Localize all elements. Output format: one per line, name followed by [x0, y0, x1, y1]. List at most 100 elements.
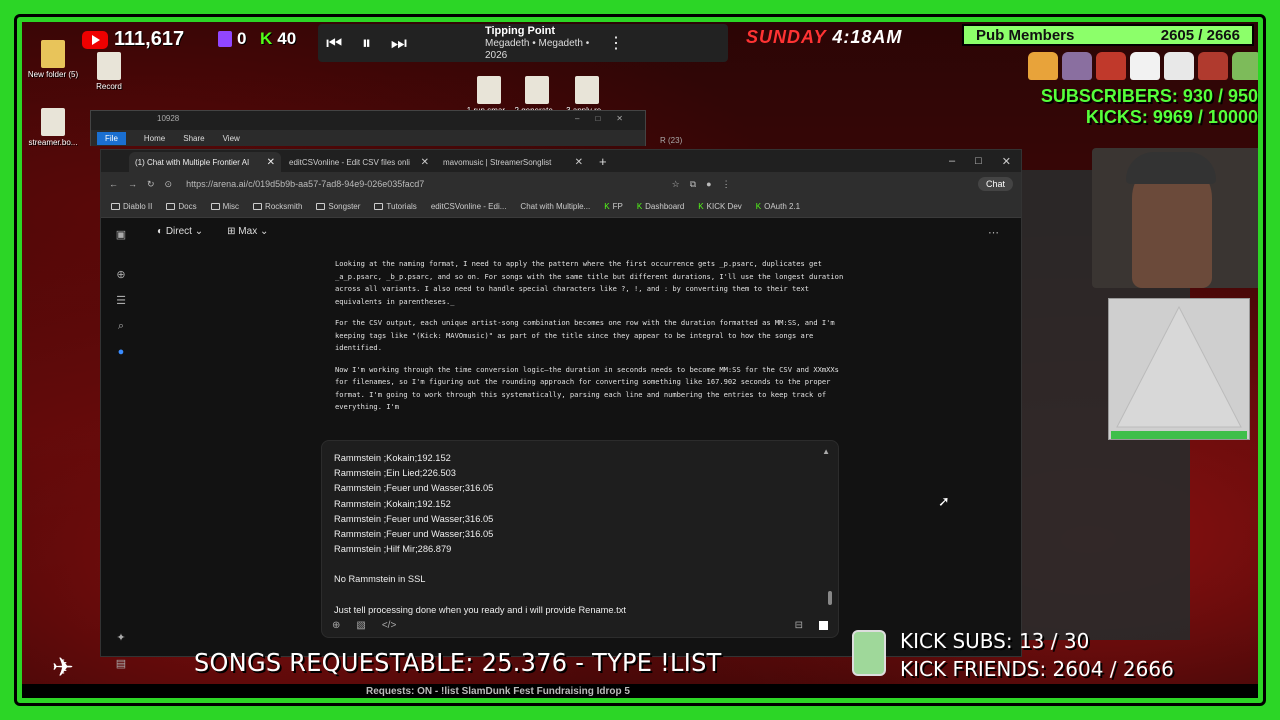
kick-counter: K 40 [260, 29, 297, 48]
model-selector[interactable]: ⊞ Max ⌄ [227, 226, 268, 237]
bookmark-dashboard[interactable]: K Dashboard [637, 202, 684, 211]
url-field[interactable]: https://arena.ai/c/019d5b9b-aa57-7ad8-94… [186, 179, 424, 189]
folder-icon [166, 203, 176, 210]
desktop-icon-streamer-bot[interactable]: streamer.bo... [26, 108, 80, 147]
folder-icon [253, 203, 263, 210]
plinko-pegs [1111, 305, 1247, 439]
media-player: ⏮ ⏸ ⏭ Tipping Point Megadeth • Megadeth … [318, 24, 728, 62]
input-line: Rammstein ;Feuer und Wasser;316.05 [334, 529, 494, 540]
scrollbar[interactable] [828, 591, 832, 605]
shirt-icon [1028, 52, 1058, 80]
ribbon-tab-share[interactable]: Share [183, 134, 204, 143]
bookmark-kick-dev[interactable]: K KICK Dev [698, 202, 741, 211]
desktop-icon-new-folder[interactable]: New folder (5) [26, 40, 80, 79]
close-icon[interactable]: ✕ [267, 157, 275, 168]
tab-arena-chat[interactable]: (1) Chat with Multiple Frontier AI ✕ [129, 152, 281, 172]
extensions-icon[interactable]: ⧉ [690, 179, 696, 190]
close-icon[interactable]: ✕ [575, 157, 583, 168]
bookmark-docs[interactable]: Docs [166, 202, 197, 211]
message-text[interactable]: Rammstein ;Kokain;192.152 Rammstein ;Ein… [334, 451, 626, 618]
ribbon-tab-view[interactable]: View [223, 134, 240, 143]
previous-track-icon[interactable]: ⏮ [318, 33, 350, 54]
kebab-menu-icon[interactable]: ⋮ [608, 33, 624, 53]
code-icon[interactable]: </> [382, 620, 396, 631]
tab-strip: (1) Chat with Multiple Frontier AI ✕ edit… [101, 150, 1021, 172]
minimize-icon[interactable]: – [949, 155, 955, 168]
bookmark-diablo[interactable]: Diablo II [111, 202, 152, 211]
input-line: Rammstein ;Kokain;192.152 [334, 498, 451, 509]
tab-editcsv[interactable]: editCSVonline - Edit CSV files onli ✕ [283, 152, 435, 172]
stop-icon[interactable] [819, 621, 828, 630]
more-options-icon[interactable]: ⋯ [988, 226, 999, 239]
now-playing: Tipping Point Megadeth • Megadeth • 2026 [484, 24, 590, 61]
window-controls[interactable]: –□✕ [575, 114, 639, 123]
shirt-icon [1130, 52, 1160, 80]
sidebar-toggle-icon[interactable]: ▣ [116, 228, 126, 241]
list-icon[interactable]: ☰ [116, 294, 126, 307]
bookmark-oauth[interactable]: K OAuth 2.1 [756, 202, 800, 211]
new-chat-icon[interactable]: ⊕ [116, 268, 125, 281]
bookmark-tutorials[interactable]: Tutorials [374, 202, 417, 211]
chat-button[interactable]: Chat [977, 177, 1013, 191]
bookmark-fp[interactable]: K FP [604, 202, 623, 211]
kick-icon: K [755, 202, 762, 211]
menu-icon[interactable]: ⋮ [722, 179, 731, 190]
next-track-icon[interactable]: ⏭ [383, 33, 415, 54]
settings-icon[interactable]: ▤ [116, 657, 126, 670]
profile-icon[interactable]: ● [706, 179, 711, 189]
script-icon [525, 76, 549, 104]
input-line: Just tell processing done when you ready… [334, 604, 626, 615]
youtube-icon [82, 30, 108, 49]
shirt-icon [1096, 52, 1126, 80]
bookmark-songster[interactable]: Songster [316, 202, 360, 211]
attach-icon[interactable]: ⊟ [795, 620, 803, 631]
kick-icon: K [636, 202, 643, 211]
script-icon [575, 76, 599, 104]
shirt-icon [1198, 52, 1228, 80]
sidebar-rail: ▣ ⊕ ☰ ⌕ ● ✦ ▤ [101, 218, 141, 670]
shirt-icon [1164, 52, 1194, 80]
input-line: Rammstein ;Feuer und Wasser;316.05 [334, 483, 494, 494]
bookmark-editcsv[interactable]: editCSVonline - Edi... [431, 202, 507, 211]
explorer2-title: R (23) [660, 136, 683, 145]
maximize-icon[interactable]: □ [975, 155, 982, 168]
tip-jar-icon [852, 630, 886, 676]
scroll-up-icon[interactable]: ▲ [822, 447, 830, 456]
close-icon[interactable]: ✕ [421, 157, 429, 168]
pub-members-bar: Pub Members 2605 / 2666 [962, 24, 1254, 46]
kick-icon: K [604, 202, 610, 211]
bookmarks-bar: Diablo II Docs Misc Rocksmith Songster T… [101, 196, 1021, 218]
back-icon[interactable]: ← [109, 179, 118, 189]
bookmark-chat[interactable]: Chat with Multiple... [520, 202, 590, 211]
twitch-icon [218, 31, 232, 47]
input-line: Rammstein ;Ein Lied;226.503 [334, 468, 456, 479]
forward-icon[interactable]: → [128, 179, 137, 189]
mouse-cursor-icon: ➚ [938, 493, 950, 509]
kick-icon: K [698, 202, 704, 211]
twitch-counter: 0 [218, 29, 246, 49]
mode-selector[interactable]: ◐ Direct ⌄ [157, 226, 203, 237]
message-input[interactable]: Rammstein ;Kokain;192.152 Rammstein ;Ein… [321, 440, 839, 638]
pause-icon[interactable]: ⏸ [350, 33, 382, 54]
new-tab-icon[interactable]: + [591, 154, 615, 169]
bookmark-misc[interactable]: Misc [210, 202, 239, 211]
desktop-icon-record[interactable]: Record [82, 52, 136, 91]
web-search-icon[interactable]: ⊕ [332, 620, 340, 631]
file-explorer-window[interactable]: 10928 –□✕ File Home Share View [90, 110, 646, 146]
info-icon[interactable]: ● [118, 346, 125, 358]
avatar[interactable]: ✦ [116, 631, 125, 644]
clock: SUNDAY 4:18AM [746, 27, 903, 47]
folder-icon [210, 203, 220, 210]
reload-icon[interactable]: ↻ [147, 179, 155, 190]
ribbon-tab-file[interactable]: File [97, 131, 126, 145]
close-window-icon[interactable]: ✕ [1002, 155, 1011, 168]
ribbon-tab-home[interactable]: Home [144, 134, 165, 143]
star-icon[interactable]: ☆ [672, 179, 680, 190]
bookmark-rocksmith[interactable]: Rocksmith [253, 202, 302, 211]
image-icon[interactable]: ▧ [356, 620, 365, 631]
site-info-icon[interactable]: ⊙ [165, 179, 173, 190]
shirt-icon [1232, 52, 1262, 80]
kick-goals: KICK SUBS: 13 / 30 KICK FRIENDS: 2604 / … [900, 629, 1174, 681]
tab-streamer-songlist[interactable]: mavomusic | StreamerSonglist ✕ [437, 152, 589, 172]
search-icon[interactable]: ⌕ [118, 320, 124, 333]
